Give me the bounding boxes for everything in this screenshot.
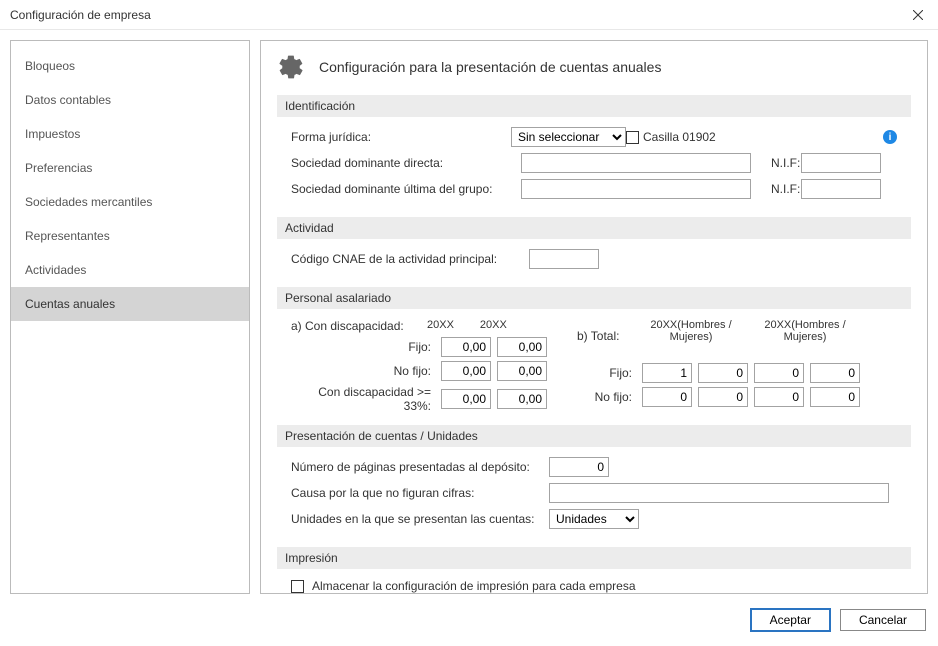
section-identificacion: Forma jurídica: Sin seleccionar Casilla … xyxy=(277,127,911,217)
nif-input-2[interactable] xyxy=(801,179,881,199)
cancel-button[interactable]: Cancelar xyxy=(840,609,926,631)
section-impresion-head: Impresión xyxy=(277,547,911,569)
section-personal: a) Con discapacidad: 20XX 20XX Fijo: xyxy=(277,319,911,425)
section-personal-head: Personal asalariado xyxy=(277,287,911,309)
a-nofijo-1[interactable] xyxy=(441,361,491,381)
causa-input[interactable] xyxy=(549,483,889,503)
close-button[interactable] xyxy=(906,3,930,27)
a-fijo-1[interactable] xyxy=(441,337,491,357)
sidebar-item-sociedades[interactable]: Sociedades mercantiles xyxy=(11,185,249,219)
b-nofijo-4[interactable] xyxy=(810,387,860,407)
b-fijo-2[interactable] xyxy=(698,363,748,383)
titlebar: Configuración de empresa xyxy=(0,0,938,30)
section-presentacion-head: Presentación de cuentas / Unidades xyxy=(277,425,911,447)
section-presentacion: Número de páginas presentadas al depósit… xyxy=(277,457,911,547)
hm-header-2: 20XX(Hombres / Mujeres) xyxy=(751,319,859,343)
b-fijo-4[interactable] xyxy=(810,363,860,383)
sidebar: Bloqueos Datos contables Impuestos Prefe… xyxy=(10,40,250,594)
soc-dom-directa-input[interactable] xyxy=(521,153,751,173)
paginas-label: Número de páginas presentadas al depósit… xyxy=(291,460,541,474)
a-fijo-2[interactable] xyxy=(497,337,547,357)
close-icon xyxy=(913,10,923,20)
soc-dom-ultima-input[interactable] xyxy=(521,179,751,199)
page-title: Configuración para la presentación de cu… xyxy=(319,59,661,75)
b-nofijo-2[interactable] xyxy=(698,387,748,407)
soc-dom-directa-label: Sociedad dominante directa: xyxy=(291,156,521,170)
sidebar-item-impuestos[interactable]: Impuestos xyxy=(11,117,249,151)
hm-header-1: 20XX(Hombres / Mujeres) xyxy=(637,319,745,343)
section-impresion: Almacenar la configuración de impresión … xyxy=(277,579,911,594)
section-identificacion-head: Identificación xyxy=(277,95,911,117)
soc-dom-ultima-label: Sociedad dominante última del grupo: xyxy=(291,182,521,196)
disc33-label: Con discapacidad >= 33%: xyxy=(291,385,431,413)
personal-a-label: a) Con discapacidad: xyxy=(291,319,421,333)
almacenar-label: Almacenar la configuración de impresión … xyxy=(312,579,636,593)
content-header: Configuración para la presentación de cu… xyxy=(277,53,911,81)
a-disc33-2[interactable] xyxy=(497,389,547,409)
section-actividad-head: Actividad xyxy=(277,217,911,239)
fijo-label-a: Fijo: xyxy=(291,340,431,354)
b-fijo-1[interactable] xyxy=(642,363,692,383)
causa-label: Causa por la que no figuran cifras: xyxy=(291,486,541,500)
dialog-body: Bloqueos Datos contables Impuestos Prefe… xyxy=(0,30,938,604)
window-title: Configuración de empresa xyxy=(10,8,151,22)
info-icon[interactable]: i xyxy=(883,130,897,144)
b-fijo-3[interactable] xyxy=(754,363,804,383)
cnae-label: Código CNAE de la actividad principal: xyxy=(291,252,521,266)
casilla-01902-label: Casilla 01902 xyxy=(643,130,873,144)
a-disc33-1[interactable] xyxy=(441,389,491,409)
sidebar-item-actividades[interactable]: Actividades xyxy=(11,253,249,287)
forma-juridica-label: Forma jurídica: xyxy=(291,130,511,144)
fijo-label-b: Fijo: xyxy=(577,366,632,380)
sidebar-item-cuentas-anuales[interactable]: Cuentas anuales xyxy=(11,287,249,321)
accept-button[interactable]: Aceptar xyxy=(751,609,830,631)
almacenar-checkbox[interactable] xyxy=(291,580,304,593)
a-nofijo-2[interactable] xyxy=(497,361,547,381)
cnae-input[interactable] xyxy=(529,249,599,269)
personal-col1: 20XX xyxy=(427,319,454,331)
b-nofijo-3[interactable] xyxy=(754,387,804,407)
personal-b-label: b) Total: xyxy=(577,329,637,343)
unidades-label: Unidades en la que se presentan las cuen… xyxy=(291,512,541,526)
casilla-01902-checkbox[interactable] xyxy=(626,131,639,144)
forma-juridica-select[interactable]: Sin seleccionar xyxy=(511,127,626,147)
section-actividad: Código CNAE de la actividad principal: xyxy=(277,249,911,287)
nif-input-1[interactable] xyxy=(801,153,881,173)
sidebar-item-datos-contables[interactable]: Datos contables xyxy=(11,83,249,117)
unidades-select[interactable]: Unidades xyxy=(549,509,639,529)
nofijo-label-b: No fijo: xyxy=(577,390,632,404)
sidebar-item-preferencias[interactable]: Preferencias xyxy=(11,151,249,185)
nofijo-label-a: No fijo: xyxy=(291,364,431,378)
gear-icon xyxy=(277,53,305,81)
paginas-input[interactable] xyxy=(549,457,609,477)
nif-label-2: N.I.F: xyxy=(771,182,801,196)
footer: Aceptar Cancelar xyxy=(0,604,938,636)
content-panel: Configuración para la presentación de cu… xyxy=(260,40,928,594)
sidebar-item-representantes[interactable]: Representantes xyxy=(11,219,249,253)
b-nofijo-1[interactable] xyxy=(642,387,692,407)
nif-label-1: N.I.F: xyxy=(771,156,801,170)
personal-col2: 20XX xyxy=(480,319,507,331)
sidebar-item-bloqueos[interactable]: Bloqueos xyxy=(11,49,249,83)
